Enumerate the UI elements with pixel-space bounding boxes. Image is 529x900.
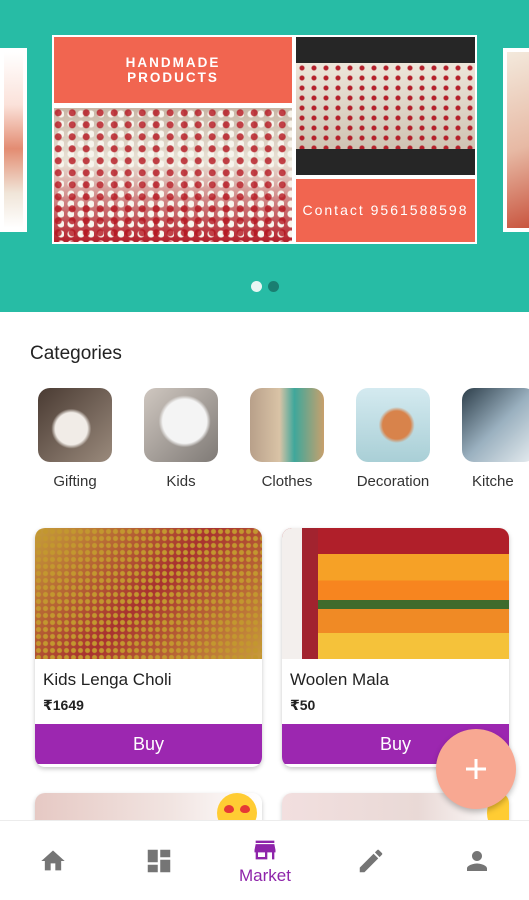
product-image[interactable] [35,528,262,659]
category-decoration[interactable]: Decoration [340,388,446,490]
category-label: Kids [166,473,196,490]
plus-icon [466,759,486,779]
category-label: Kitche [472,473,514,490]
carousel-dot-2[interactable] [267,281,279,292]
banner-contact-panel: Contact 9561588598 [296,179,475,242]
categories-list[interactable]: Gifting Kids Clothes Decoration Kitche [0,388,529,498]
next-slide-peek[interactable] [503,48,529,232]
banner-title-panel: HANDMADE PRODUCTS [54,37,292,103]
categories-heading: Categories [30,343,122,364]
nav-home[interactable] [0,821,106,900]
category-image [144,388,218,462]
home-icon [41,850,65,871]
product-name: Kids Lenga Choli [43,670,172,689]
banner-carousel[interactable]: HANDMADE PRODUCTS Contact 9561588598 [0,0,529,312]
category-image [38,388,112,462]
edit-icon [359,849,383,873]
carousel-dot-1[interactable] [250,281,262,292]
category-label: Gifting [53,473,97,490]
add-fab-button[interactable] [436,729,516,809]
banner-slide[interactable]: HANDMADE PRODUCTS Contact 9561588598 [52,35,477,244]
store-icon [254,840,276,860]
previous-slide-peek[interactable] [0,48,27,232]
nav-market-label: Market [239,866,291,885]
product-image[interactable] [282,528,509,659]
carousel-indicator [0,281,529,292]
nav-edit[interactable] [318,821,424,900]
category-clothes[interactable]: Clothes [234,388,340,490]
person-icon [467,851,487,871]
category-gifting[interactable]: Gifting [22,388,128,490]
nav-dashboard[interactable] [106,821,212,900]
banner-product-photo-secondary [296,37,475,175]
buy-button[interactable]: Buy [35,724,262,764]
category-kitchen[interactable]: Kitche [446,388,529,490]
category-label: Decoration [356,473,430,490]
product-name: Woolen Mala [290,670,389,689]
category-kids[interactable]: Kids [128,388,234,490]
banner-contact: Contact 9561588598 [302,202,469,218]
banner-product-photo [54,108,292,242]
dashboard-icon [147,849,171,873]
category-image [250,388,324,462]
bottom-navigation: Market [0,820,529,900]
product-price: ₹1649 [43,697,84,713]
product-card[interactable]: Kids Lenga Choli ₹1649 Buy [35,528,262,767]
product-price: ₹50 [290,697,316,713]
category-image [356,388,430,462]
category-image [462,388,529,462]
nav-market[interactable]: Market [212,821,318,900]
banner-title: HANDMADE PRODUCTS [125,55,221,85]
nav-profile[interactable] [424,821,529,900]
category-label: Clothes [261,473,313,490]
